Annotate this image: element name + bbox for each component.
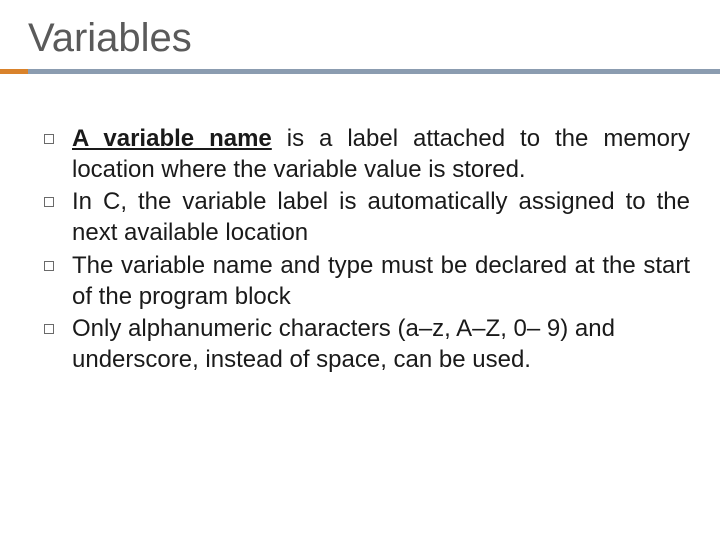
- list-item: The variable name and type must be decla…: [44, 251, 690, 312]
- slide-title: Variables: [0, 0, 720, 69]
- bullet-icon: [44, 261, 54, 271]
- list-item: Only alphanumeric characters (a–z, A–Z, …: [44, 314, 690, 375]
- bullet-icon: [44, 134, 54, 144]
- bullet-text: A variable name is a label attached to t…: [72, 124, 690, 185]
- bullet-text: The variable name and type must be decla…: [72, 251, 690, 312]
- accent-divider: [0, 69, 720, 74]
- slide-content: A variable name is a label attached to t…: [0, 74, 720, 376]
- list-item: In C, the variable label is automaticall…: [44, 187, 690, 248]
- emphasized-term: A variable name: [72, 125, 272, 152]
- bullet-icon: [44, 197, 54, 207]
- list-item: A variable name is a label attached to t…: [44, 124, 690, 185]
- bullet-icon: [44, 324, 54, 334]
- bullet-text: In C, the variable label is automaticall…: [72, 187, 690, 248]
- bullet-text: Only alphanumeric characters (a–z, A–Z, …: [72, 314, 690, 375]
